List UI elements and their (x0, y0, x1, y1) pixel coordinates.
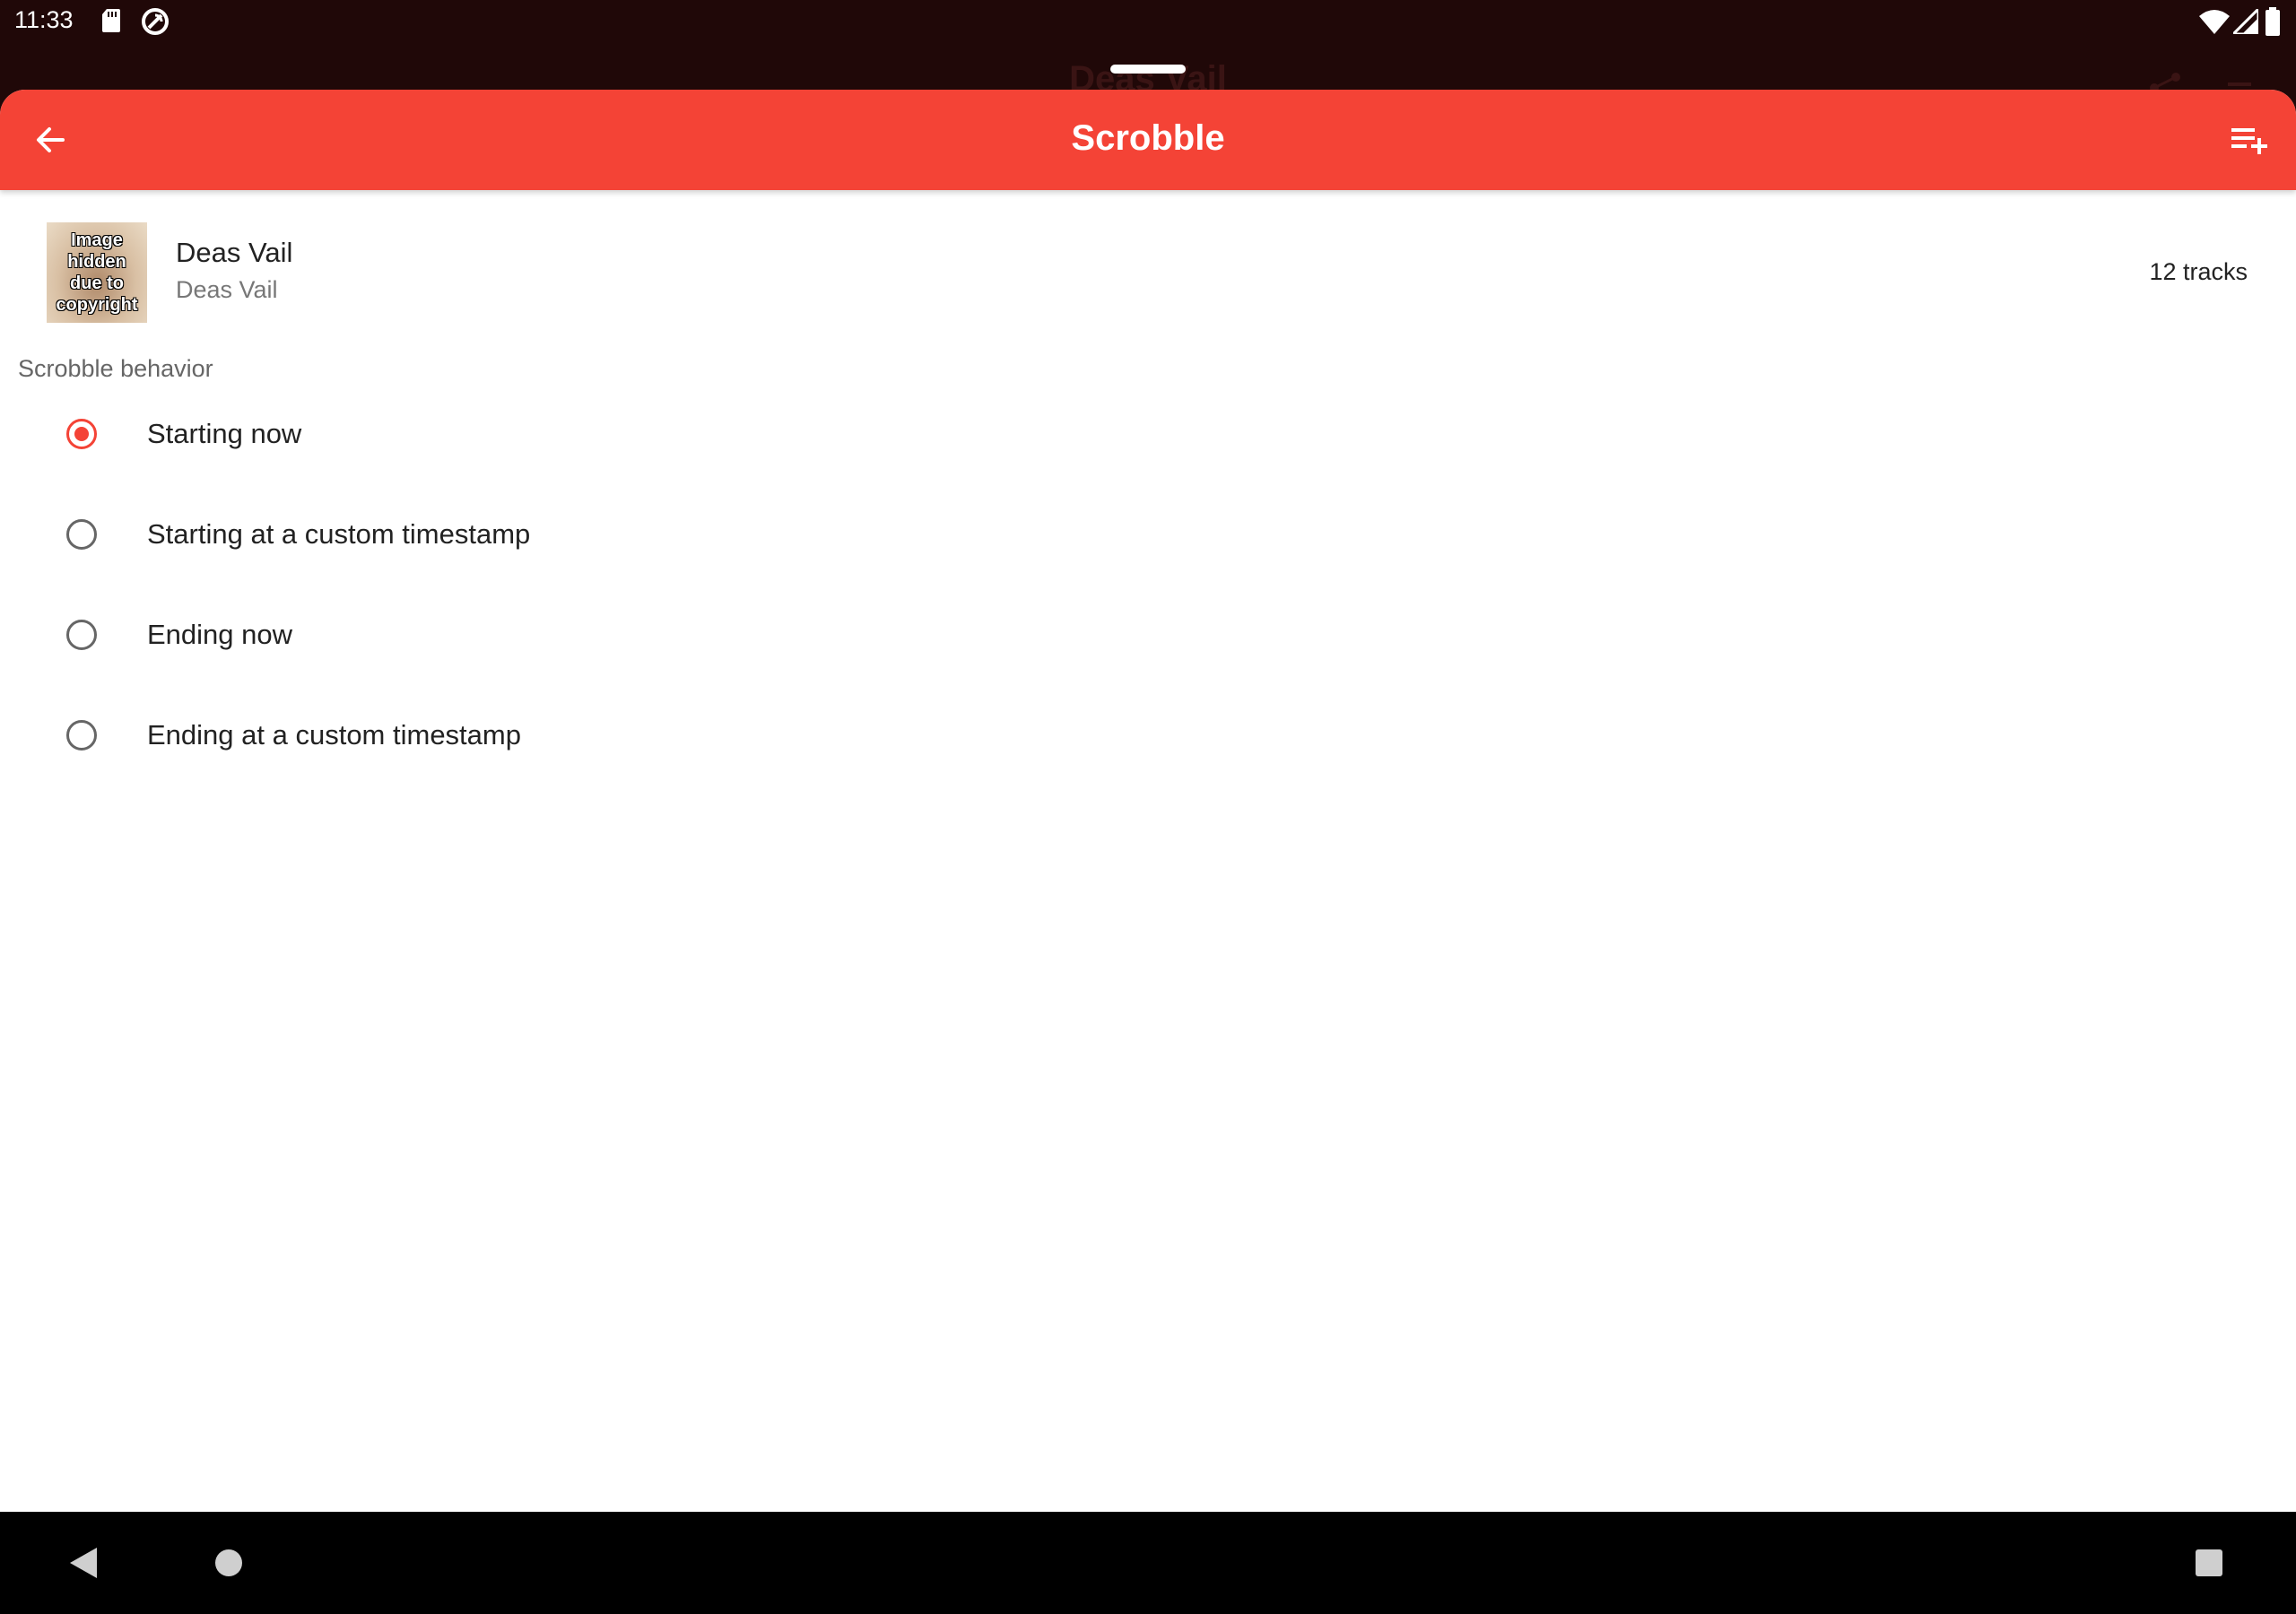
radio-label: Ending now (147, 619, 293, 650)
radio-option-starting-custom[interactable]: Starting at a custom timestamp (36, 490, 843, 579)
radio-label: Ending at a custom timestamp (147, 719, 521, 751)
app-bar: Scrobble (0, 90, 2296, 190)
sync-icon (142, 8, 169, 35)
add-to-queue-button[interactable] (2219, 109, 2280, 170)
wifi-icon (2199, 10, 2230, 34)
radio-option-starting-now[interactable]: Starting now (36, 389, 843, 479)
radio-option-ending-now[interactable]: Ending now (36, 590, 843, 680)
radio-unselected-icon[interactable] (66, 519, 97, 550)
radio-unselected-icon[interactable] (66, 620, 97, 650)
radio-selected-icon[interactable] (66, 419, 97, 449)
sheet-drag-handle[interactable] (1110, 65, 1186, 74)
album-row[interactable]: Image hidden due to copyright Deas Vail … (0, 222, 2296, 323)
signal-icon (2233, 9, 2258, 34)
album-art-caption: hidden (67, 252, 126, 272)
status-time: 11:33 (14, 6, 74, 33)
playlist-add-icon (2231, 128, 2267, 154)
album-art-caption: copyright (56, 295, 138, 315)
status-bar: 11:33 (0, 0, 2296, 45)
background-more-icon (2228, 82, 2251, 86)
navigation-bar (0, 1512, 2296, 1614)
page-title: Scrobble (1071, 118, 1225, 158)
radio-unselected-icon[interactable] (66, 720, 97, 751)
scrobble-sheet: Scrobble Image hidden due to copyright D… (0, 90, 2296, 1512)
radio-option-ending-custom[interactable]: Ending at a custom timestamp (36, 690, 843, 780)
album-title: Deas Vail (176, 237, 293, 268)
album-art-caption: due to (70, 273, 124, 293)
nav-back-icon[interactable] (70, 1548, 97, 1578)
nav-recents-icon[interactable] (2196, 1549, 2222, 1576)
track-count: 12 tracks (2149, 258, 2248, 285)
radio-label: Starting at a custom timestamp (147, 518, 531, 550)
album-artist: Deas Vail (176, 276, 278, 303)
battery-icon (2266, 7, 2280, 36)
album-art-caption: Image (71, 230, 123, 250)
screen: 11:33 Deas Vail Scrobble Image hidden du… (0, 0, 2296, 1614)
radio-label: Starting now (147, 418, 302, 449)
sd-card-icon (102, 9, 120, 32)
section-label-scrobble-behavior: Scrobble behavior (18, 355, 213, 382)
album-art: Image hidden due to copyright (47, 222, 147, 323)
nav-home-icon[interactable] (215, 1549, 242, 1576)
